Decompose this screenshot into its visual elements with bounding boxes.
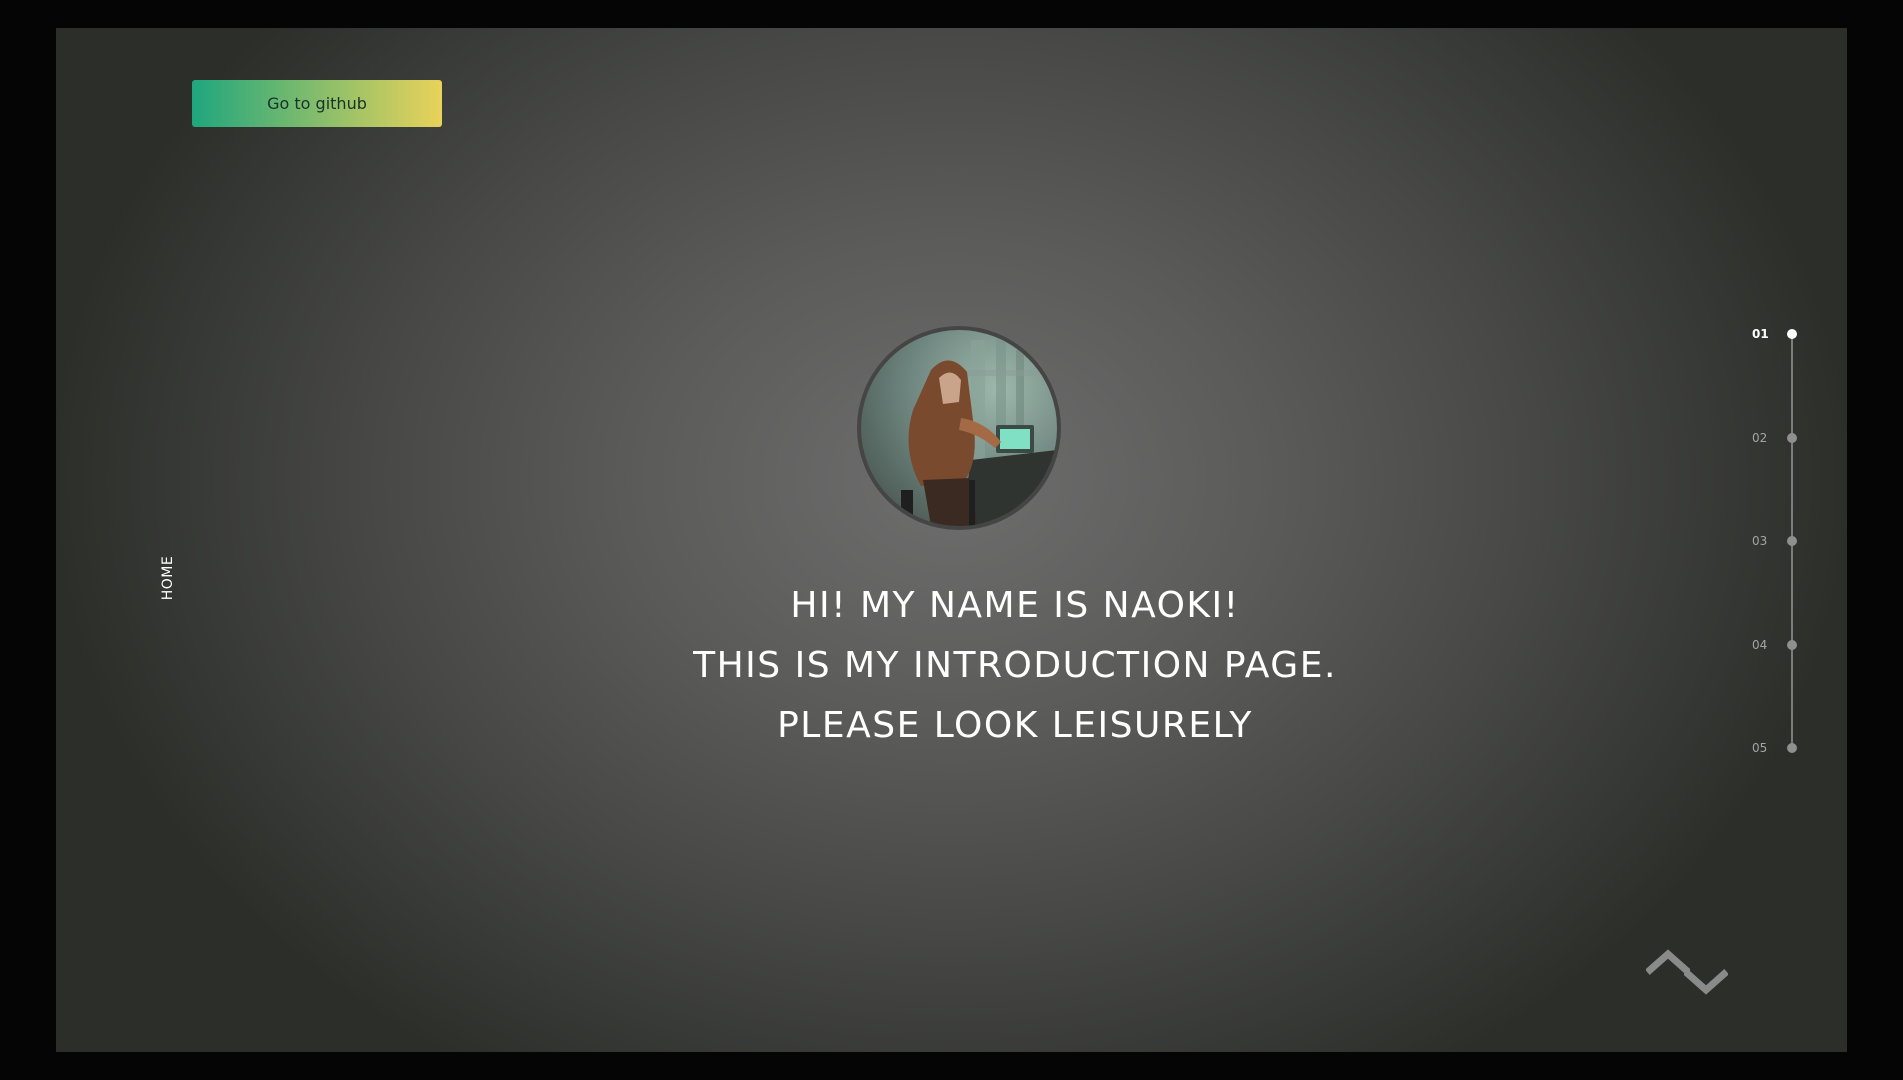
avatar	[857, 326, 1061, 530]
pagination-label: 04	[1752, 638, 1768, 652]
pagination-dot	[1787, 640, 1797, 650]
intro-text: HI! MY NAME IS NAOKI! THIS IS MY INTRODU…	[416, 576, 1614, 756]
pagination-label: 03	[1752, 534, 1768, 548]
pagination-dot	[1787, 329, 1797, 339]
intro-line-1: HI! MY NAME IS NAOKI!	[790, 585, 1240, 626]
pagination-label: 02	[1752, 431, 1768, 445]
pagination-item-01[interactable]: 01	[1746, 326, 1806, 342]
pagination-item-03[interactable]: 03	[1746, 533, 1806, 549]
pagination-dot	[1787, 536, 1797, 546]
pagination-dot	[1787, 433, 1797, 443]
section-pagination: 01 02 03 04 05	[1746, 326, 1806, 755]
pagination-dot	[1787, 743, 1797, 753]
section-label-text: HOME	[160, 555, 176, 601]
chevron-down-icon	[1683, 969, 1729, 995]
go-to-github-button[interactable]: Go to github	[192, 80, 442, 127]
intro-line-3: PLEASE LOOK LEISURELY	[777, 705, 1253, 746]
pagination-label: 01	[1752, 327, 1769, 341]
page-frame: Go to github HOME HI! MY NAME IS NAOKI! …	[56, 28, 1847, 1052]
avatar-illustration	[901, 330, 1057, 526]
pagination-label: 05	[1752, 741, 1768, 755]
section-label: HOME	[160, 552, 176, 604]
pagination-item-02[interactable]: 02	[1746, 430, 1806, 446]
pagination-item-04[interactable]: 04	[1746, 637, 1806, 653]
intro-line-2: THIS IS MY INTRODUCTION PAGE.	[693, 645, 1337, 686]
scroll-down-button[interactable]	[1683, 968, 1729, 1002]
pagination-item-05[interactable]: 05	[1746, 740, 1806, 756]
scroll-arrows	[1645, 946, 1736, 1016]
